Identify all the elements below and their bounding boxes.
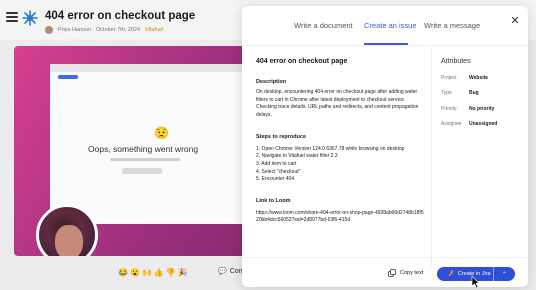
attribute-row-project[interactable]: Project Website [441,75,521,81]
divider [431,47,432,267]
attribute-key: Type [441,90,452,97]
attribute-key: Project [441,75,457,81]
video-player[interactable]: 😟 Oops, something went wrong [14,46,250,256]
reaction-emoji[interactable]: 👍 [154,268,164,277]
sad-face-icon: 😟 [154,126,169,140]
copy-text-button[interactable]: Copy text [388,269,423,277]
attributes-panel: Attributes Project Website Type Bug Prio… [441,58,521,136]
attribute-value: No priority [469,105,495,112]
copy-icon [388,269,396,277]
comment-icon: 💬 [218,268,227,275]
step-item: 3. Add item to cart [256,161,297,167]
video-date: October 7th, 2024 [96,27,141,33]
cursor-icon [471,275,480,289]
copy-label: Copy text [400,270,424,276]
create-in-jira-main[interactable]: 🚀 Create in Jira [437,271,493,277]
step-item: 1. Open Chrome Version 124.0.6367.78 whi… [256,145,405,152]
reaction-bar[interactable]: 😂 😮 🙌 👍 👎 🎉 [118,268,188,277]
attribute-value: Bug [469,90,479,97]
loom-link[interactable]: https://www.loom.com/share-404-error-on-… [256,210,426,225]
attribute-row-assignee[interactable]: Assignee Unassigned [441,121,521,127]
site-nav [50,72,250,82]
attributes-title: Attributes [441,58,471,65]
step-item: 4. Select "checkout" [256,168,301,175]
active-tab-indicator [364,43,408,45]
reaction-emoji[interactable]: 🙌 [142,268,152,277]
presenter-face [55,225,83,256]
error-message: Oops, something went wrong [88,144,199,154]
issue-content: 404 error on checkout page Description O… [256,58,426,225]
reaction-emoji[interactable]: 👎 [166,268,176,277]
browser-bar [50,64,250,72]
steps-list: 1. Open Chrome Version 124.0.6367.78 whi… [256,146,426,184]
video-meta: Priya Hanson October 7th, 2024 Vitafuel [45,26,163,34]
error-button [122,168,162,174]
chevron-up-icon[interactable]: ⌃ [494,271,515,278]
video-title: 404 error on checkout page [45,10,196,22]
close-icon[interactable]: ✕ [508,14,522,28]
tab-bar: Write a document Create an issue Write a… [242,6,528,46]
attribute-row-type[interactable]: Type Bug [441,90,521,96]
attribute-value: Website [469,75,489,81]
description-label: Description [256,79,287,85]
workspace-tag: Vitafuel [145,27,164,33]
rocket-icon: 🚀 [448,271,455,277]
avatar [45,26,53,34]
error-subtext [110,158,180,161]
reaction-emoji[interactable]: 😂 [118,268,128,277]
reaction-emoji[interactable]: 😮 [130,268,140,277]
steps-label: Steps to reproduce [256,133,307,140]
reaction-emoji[interactable]: 🎉 [178,268,188,277]
tab-write-document[interactable]: Write a document [294,21,353,30]
attribute-row-priority[interactable]: Priority No priority [441,106,521,112]
tab-create-issue[interactable]: Create an issue [364,21,417,30]
step-item: 5. Encounter 404 [256,176,295,183]
issue-title: 404 error on checkout page [256,58,348,65]
site-logo [58,75,78,79]
menu-icon[interactable] [6,12,18,22]
loom-label: Link to Loom [256,197,291,204]
attribute-key: Assignee [441,120,462,127]
logo-icon [22,10,38,26]
attribute-value: Unassigned [469,120,498,127]
tab-write-message[interactable]: Write a message [424,21,480,30]
attribute-key: Priority [441,105,457,112]
author-name: Priya Hanson [58,27,92,33]
modal-footer: Copy text 🚀 Create in Jira ⌃ [242,257,528,287]
issue-modal: Write a document Create an issue Write a… [242,6,528,287]
description-text: On desktop, encountering 404 error on ch… [256,89,419,119]
step-item: 2. Navigate to Vitafuel water filter 2.3 [256,153,338,160]
